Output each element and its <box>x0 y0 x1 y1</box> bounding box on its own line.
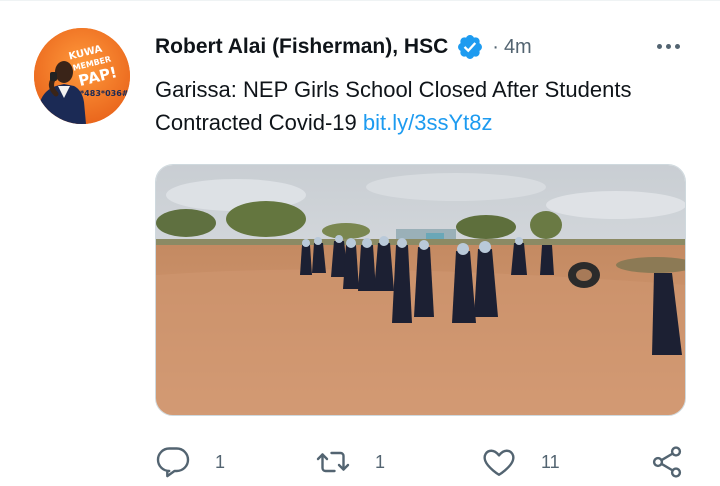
share-button[interactable] <box>649 442 685 482</box>
like-count: 11 <box>541 451 560 472</box>
heart-icon <box>481 444 517 480</box>
more-dots-icon[interactable] <box>650 34 686 58</box>
share-nodes-icon <box>649 444 685 480</box>
reply-count: 1 <box>215 451 226 472</box>
timestamp[interactable]: 4m <box>504 36 532 59</box>
tweet-header: Robert Alai (Fisherman), HSC · 4m <box>155 31 532 63</box>
avatar[interactable]: KUWA MEMBER PAP! *483*036# <box>34 28 130 124</box>
meta-separator: · <box>492 35 499 58</box>
verified-badge-icon <box>456 33 484 61</box>
tweet-link[interactable]: bit.ly/3ssYt8z <box>363 110 493 135</box>
speech-bubble-icon <box>155 444 191 480</box>
retweet-button[interactable]: 1 <box>315 442 385 482</box>
tweet-text: Garissa: NEP Girls School Closed After S… <box>155 73 695 139</box>
retweet-arrows-icon <box>315 444 351 480</box>
reply-button[interactable]: 1 <box>155 442 225 482</box>
action-bar: 1 1 11 <box>155 442 695 482</box>
author-name[interactable]: Robert Alai (Fisherman), HSC <box>155 35 448 59</box>
tweet[interactable]: KUWA MEMBER PAP! *483*036# Robert Alai (… <box>0 0 720 486</box>
retweet-count: 1 <box>375 451 386 472</box>
like-button[interactable]: 11 <box>481 442 560 482</box>
tweet-image[interactable] <box>155 164 686 416</box>
avatar-code: *483*036# <box>80 89 129 98</box>
